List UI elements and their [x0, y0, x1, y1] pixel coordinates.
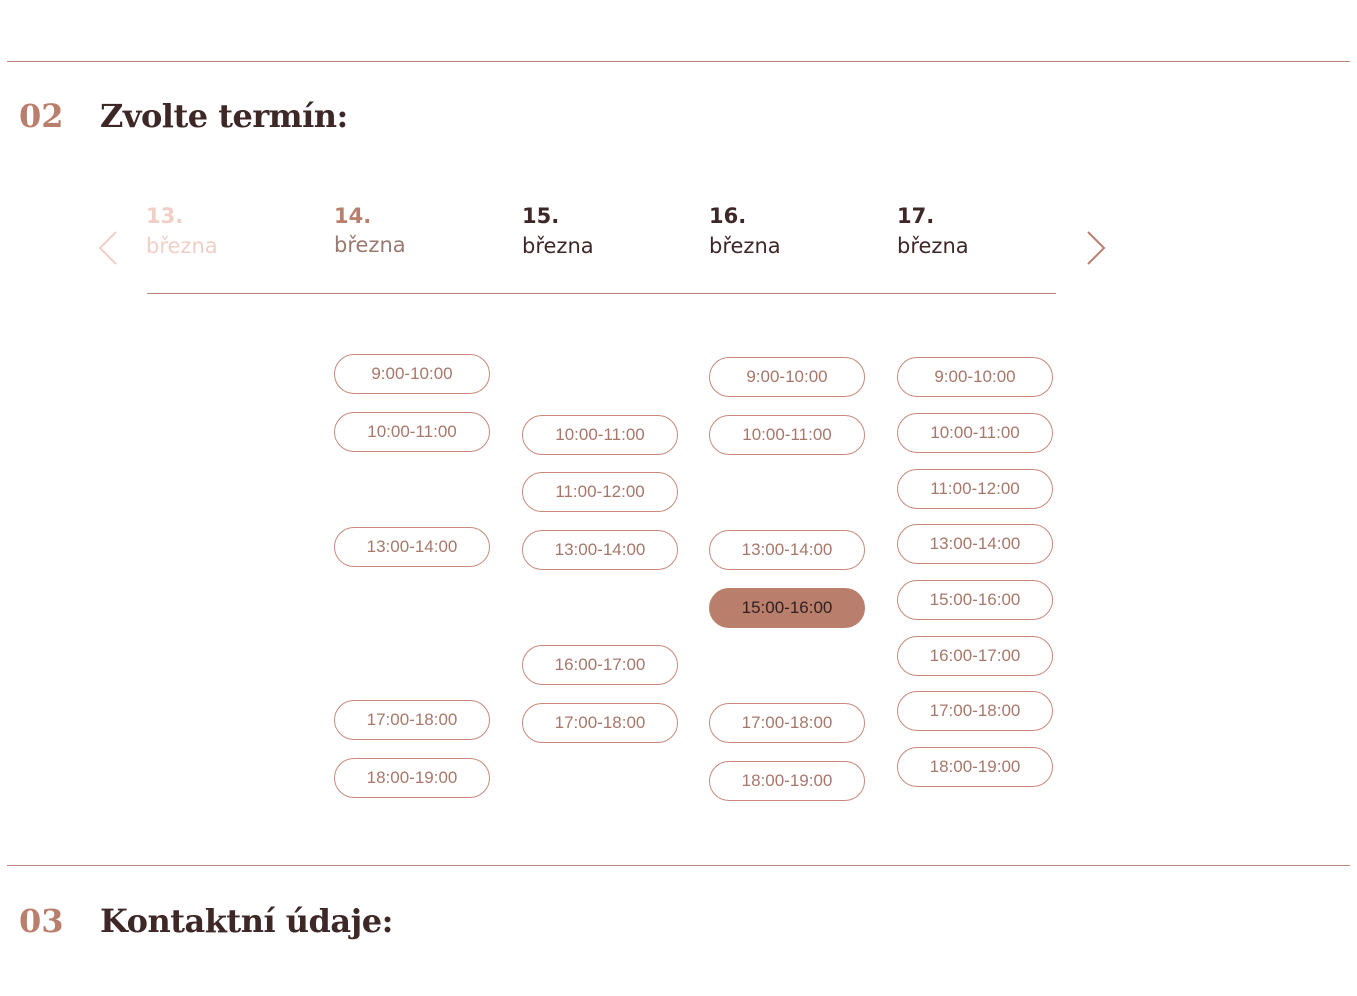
- prev-week-arrow-icon[interactable]: [97, 230, 121, 266]
- time-slot[interactable]: 10:00-11:00: [522, 415, 678, 455]
- day-number: 16.: [709, 204, 747, 228]
- time-slot[interactable]: 13:00-14:00: [709, 530, 865, 570]
- time-slot[interactable]: 18:00-19:00: [897, 747, 1053, 787]
- day-month: března: [146, 234, 218, 258]
- next-week-arrow-icon[interactable]: [1083, 230, 1107, 266]
- time-slot[interactable]: 18:00-19:00: [709, 761, 865, 801]
- day-header-15[interactable]: 15. března: [522, 202, 702, 262]
- time-slot[interactable]: 17:00-18:00: [334, 700, 490, 740]
- time-slot[interactable]: 10:00-11:00: [709, 415, 865, 455]
- section-divider-top: [7, 61, 1350, 62]
- time-slot[interactable]: 10:00-11:00: [897, 413, 1053, 453]
- time-slot[interactable]: 17:00-18:00: [709, 703, 865, 743]
- time-slot[interactable]: 17:00-18:00: [897, 691, 1053, 731]
- section-divider-bottom: [7, 865, 1350, 866]
- time-slot[interactable]: 13:00-14:00: [522, 530, 678, 570]
- day-header-16[interactable]: 16. března: [709, 202, 889, 262]
- time-slot[interactable]: 13:00-14:00: [334, 527, 490, 567]
- time-slot[interactable]: 15:00-16:00: [897, 580, 1053, 620]
- day-month: března: [522, 234, 594, 258]
- day-header-divider: [147, 293, 1056, 294]
- day-month: března: [334, 233, 406, 257]
- time-slot[interactable]: 9:00-10:00: [709, 357, 865, 397]
- day-number: 15.: [522, 204, 560, 228]
- time-slot[interactable]: 11:00-12:00: [897, 469, 1053, 509]
- day-number: 17.: [897, 204, 935, 228]
- time-slot[interactable]: 9:00-10:00: [897, 357, 1053, 397]
- day-number: 13.: [146, 204, 184, 228]
- time-slot[interactable]: 16:00-17:00: [897, 636, 1053, 676]
- time-slot-selected[interactable]: 15:00-16:00: [709, 588, 865, 628]
- time-slot[interactable]: 9:00-10:00: [334, 354, 490, 394]
- section-title: Kontaktní údaje:: [100, 902, 393, 940]
- section-number: 03: [19, 902, 64, 940]
- day-header-17[interactable]: 17. března: [897, 202, 1077, 262]
- time-slot[interactable]: 16:00-17:00: [522, 645, 678, 685]
- section-number: 02: [19, 97, 64, 135]
- section-title: Zvolte termín:: [100, 97, 348, 135]
- time-slot[interactable]: 11:00-12:00: [522, 472, 678, 512]
- time-slot[interactable]: 18:00-19:00: [334, 758, 490, 798]
- time-slot[interactable]: 17:00-18:00: [522, 703, 678, 743]
- time-slot[interactable]: 13:00-14:00: [897, 524, 1053, 564]
- day-month: března: [709, 234, 781, 258]
- day-number: 14.: [334, 204, 372, 228]
- day-header-14[interactable]: 14. března: [334, 202, 514, 260]
- day-month: března: [897, 234, 969, 258]
- time-slot[interactable]: 10:00-11:00: [334, 412, 490, 452]
- day-header-13: 13. března: [146, 202, 326, 262]
